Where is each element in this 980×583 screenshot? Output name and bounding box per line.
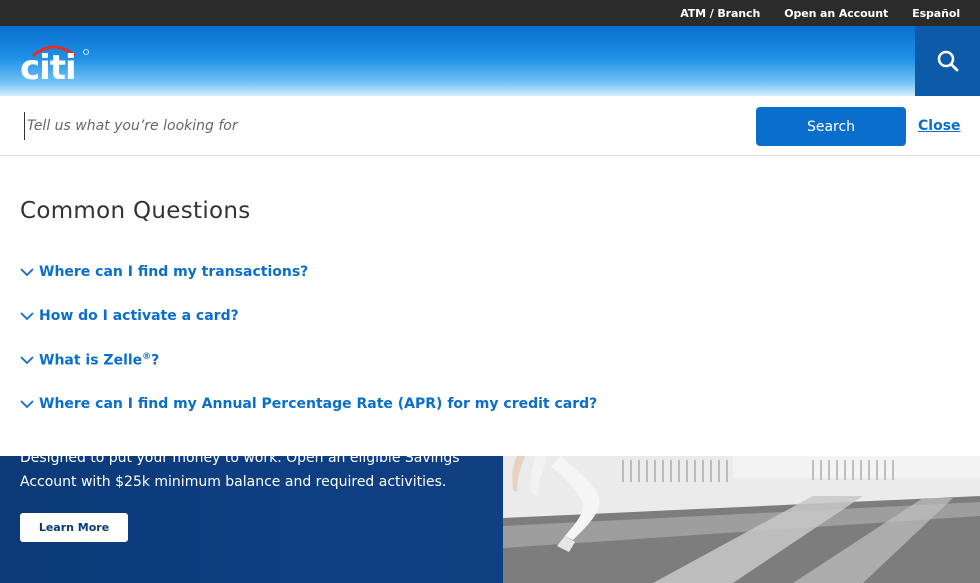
question-text-main: What is Zelle [39,352,143,369]
utility-bar: ATM / Branch Open an Account Español [0,0,980,26]
question-text: Where can I find my Annual Percentage Ra… [39,396,598,412]
search-icon [937,50,958,72]
open-account-link[interactable]: Open an Account [784,7,888,20]
header-search-button[interactable] [915,26,980,96]
question-list: Where can I find my transactions? How do… [20,250,597,426]
question-text: What is Zelle®? [39,352,159,369]
close-search-link[interactable]: Close [918,118,961,134]
chevron-down-icon [20,309,34,323]
question-item-apr[interactable]: Where can I find my Annual Percentage Ra… [20,382,597,426]
promo-banner: Designed to put your money to work. Open… [0,456,503,583]
chevron-down-icon [20,353,34,367]
question-text: Where can I find my transactions? [39,264,309,280]
question-item-activate-card[interactable]: How do I activate a card? [20,294,597,338]
dancer-photo [503,456,980,583]
search-submit-button[interactable]: Search [756,107,906,146]
chevron-down-icon [20,265,34,279]
question-text-suffix: ? [151,352,160,369]
citi-logo-mark: citi [20,45,89,88]
site-header: citi [0,26,980,96]
citi-logo[interactable]: citi [20,41,92,88]
question-text: How do I activate a card? [39,308,239,324]
atm-branch-link[interactable]: ATM / Branch [680,7,760,20]
search-input[interactable] [24,112,744,140]
search-bar: Search Close [0,96,980,156]
chevron-down-icon [20,397,34,411]
hero-image [503,456,980,583]
svg-text:citi: citi [20,48,76,83]
espanol-link[interactable]: Español [912,7,960,20]
promo-text: Designed to put your money to work. Open… [20,456,460,490]
question-item-transactions[interactable]: Where can I find my transactions? [20,250,597,294]
common-questions-title: Common Questions [20,198,251,224]
learn-more-button[interactable]: Learn More [20,513,128,542]
question-item-zelle[interactable]: What is Zelle®? [20,338,597,382]
common-questions-panel: Common Questions Where can I find my tra… [0,156,980,456]
registered-mark: ® [142,351,152,362]
